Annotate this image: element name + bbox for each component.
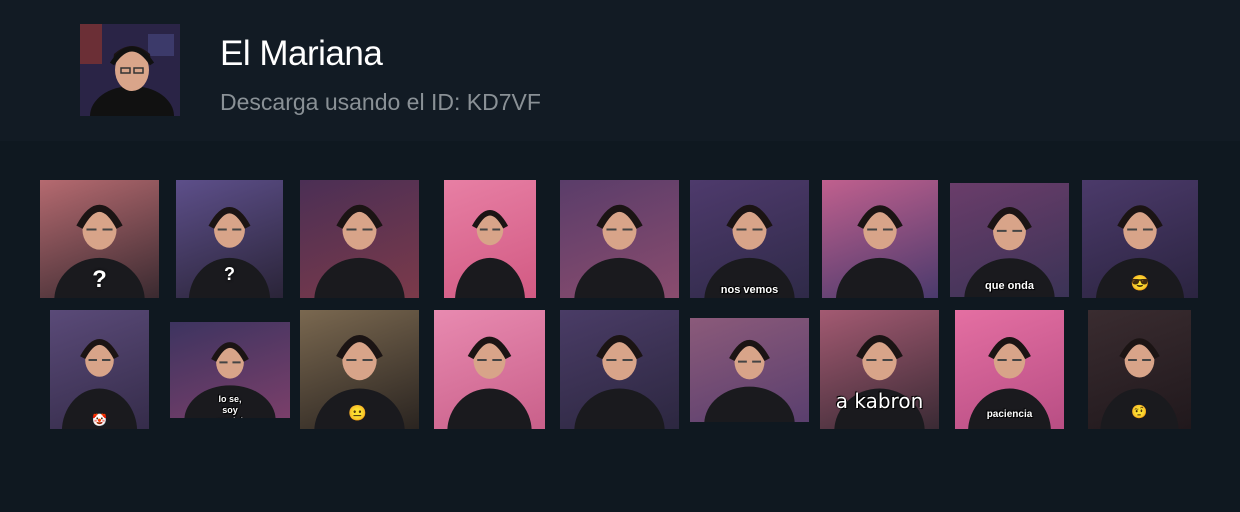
- person-figure: [574, 335, 665, 429]
- question-mark: ?: [92, 266, 107, 293]
- sunglasses-emoji-icon: 😎: [1130, 275, 1150, 292]
- sticker-1[interactable]: ?: [40, 180, 159, 298]
- sticker-image: [822, 180, 938, 298]
- sticker-12[interactable]: 😐: [300, 310, 419, 429]
- sticker-image: [560, 180, 679, 298]
- person-figure: [836, 205, 924, 298]
- sticker-image: [560, 310, 679, 429]
- sticker-image: [300, 180, 419, 298]
- person-figure: [704, 339, 795, 422]
- neutral-face-emoji-icon: 😐: [348, 405, 367, 422]
- clown-emoji-icon: 🤡: [92, 413, 107, 427]
- person-figure: [704, 205, 795, 298]
- sticker-3[interactable]: [300, 180, 419, 298]
- sticker-11[interactable]: lo se, soy genial: [170, 322, 290, 418]
- question-mark: ?: [224, 264, 235, 284]
- sticker-16[interactable]: a kabron: [820, 310, 939, 429]
- sticker-caption: nos vemos: [720, 284, 779, 296]
- sticker-15[interactable]: [690, 318, 809, 422]
- sticker-14[interactable]: [560, 310, 679, 429]
- sticker-image: [50, 310, 149, 429]
- person-figure: [61, 339, 138, 429]
- person-figure: [314, 205, 405, 298]
- sticker-image: [444, 180, 536, 298]
- sticker-image: [434, 310, 545, 429]
- sticker-caption: que onda: [985, 280, 1034, 292]
- sticker-caption: lo se, soy genial: [217, 394, 243, 418]
- sticker-caption: a kabron: [835, 389, 924, 413]
- sticker-10[interactable]: 🤡: [50, 310, 149, 429]
- sticker-caption: paciencia: [986, 409, 1033, 420]
- sticker-grid: ? ? nos vemos que onda 😎 🤡 lo se, soy ge…: [0, 0, 1240, 512]
- sticker-image: [690, 318, 809, 422]
- sticker-7[interactable]: [822, 180, 938, 298]
- raised-eyebrow-emoji-icon: 🤨: [1131, 404, 1148, 419]
- sticker-13[interactable]: [434, 310, 545, 429]
- sticker-4[interactable]: [444, 180, 536, 298]
- person-figure: [455, 210, 525, 298]
- sticker-5[interactable]: [560, 180, 679, 298]
- sticker-17[interactable]: paciencia: [955, 310, 1064, 429]
- sticker-18[interactable]: 🤨: [1088, 310, 1191, 429]
- sticker-9[interactable]: 😎: [1082, 180, 1198, 298]
- sticker-2[interactable]: ?: [176, 180, 283, 298]
- person-figure: [574, 205, 665, 298]
- sticker-8[interactable]: que onda: [950, 183, 1069, 297]
- sticker-6[interactable]: nos vemos: [690, 180, 809, 298]
- sticker-image: [690, 180, 809, 298]
- person-figure: [447, 336, 532, 429]
